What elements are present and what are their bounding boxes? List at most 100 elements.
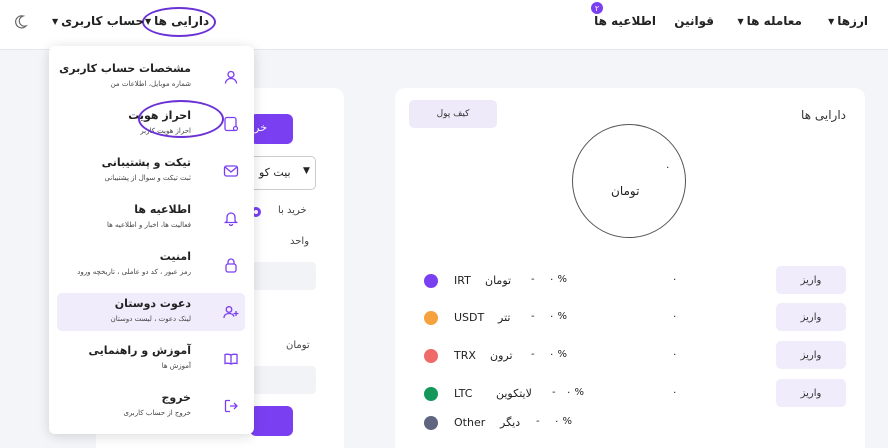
chevron-down-icon: ▼ <box>303 166 310 176</box>
id-card-icon <box>224 116 239 132</box>
nav-announcements[interactable]: اطلاعیه ها <box>594 14 656 28</box>
asset-percent: % ۰ <box>549 274 568 285</box>
asset-color-dot <box>424 387 438 401</box>
caret-down-icon: ▼ <box>828 16 835 26</box>
asset-symbol: IRT <box>454 274 471 287</box>
asset-row-other: % ۰ - دیگر Other <box>420 408 850 438</box>
unit-input[interactable] <box>252 262 316 290</box>
asset-percent: % ۰ <box>566 387 585 398</box>
menu-item-title: تیکت و پشتیبانی <box>101 156 191 169</box>
lock-icon <box>225 258 237 273</box>
announcements-badge: ۲ <box>591 2 603 14</box>
asset-color-dot <box>424 274 438 288</box>
assets-title: دارایی ها <box>801 108 846 122</box>
annotation-circle-kyc <box>138 100 224 138</box>
menu-item-subtitle: لینک دعوت ، لیست دوستان <box>110 315 191 323</box>
menu-item-subtitle: شماره موبایل، اطلاعات من <box>110 80 191 88</box>
menu-item-ticket[interactable]: تیکت و پشتیبانی ثبت تیکت و سوال از پشتیب… <box>57 152 245 190</box>
nav-currencies-label: ارزها <box>837 14 868 28</box>
asset-symbol: Other <box>454 416 486 429</box>
menu-item-title: امنیت <box>159 250 191 263</box>
toman-label: تومان <box>286 340 310 351</box>
annotation-circle <box>142 7 216 37</box>
asset-dash: - <box>531 274 535 285</box>
asset-row-irt: واریز ۰ % ۰ - تومان IRT <box>420 266 850 296</box>
asset-color-dot <box>424 349 438 363</box>
donut-total-label: تومان <box>611 184 640 198</box>
asset-row-trx: واریز ۰ % ۰ - ترون TRX <box>420 341 850 371</box>
deposit-button[interactable]: واریز <box>776 303 846 331</box>
menu-item-title: خروج <box>161 391 191 404</box>
submit-button[interactable] <box>250 406 293 436</box>
asset-dash: - <box>531 311 535 322</box>
unit-label: واحد <box>290 236 310 247</box>
toman-input[interactable] <box>252 366 316 394</box>
book-icon <box>224 353 238 365</box>
menu-item-security[interactable]: امنیت رمز عبور ، کد دو عاملی ، تاریخچه و… <box>57 246 245 284</box>
asset-symbol: USDT <box>454 311 485 324</box>
asset-dash: - <box>536 416 540 427</box>
nav-rules-label: قوانین <box>674 14 714 28</box>
asset-amount: ۰ <box>672 274 678 285</box>
coin-select-value: بیت کو <box>259 166 291 179</box>
menu-item-invite[interactable]: دعوت دوستان لینک دعوت ، لیست دوستان <box>57 293 245 331</box>
menu-item-title: دعوت دوستان <box>114 297 191 310</box>
asset-symbol: TRX <box>454 349 476 362</box>
asset-name: لایتکوین <box>496 387 532 400</box>
menu-item-logout[interactable]: خروج خروج از حساب کاربری <box>57 387 245 425</box>
top-navigation-bar: ارزها ▼ معامله ها ▼ قوانین اطلاعیه ها ۲ دا… <box>0 0 888 50</box>
caret-down-icon: ▼ <box>737 16 744 26</box>
nav-rules[interactable]: قوانین <box>674 14 714 28</box>
caret-down-icon: ▼ <box>52 16 59 26</box>
buy-with-label: خرید با <box>278 205 307 216</box>
assets-donut-chart <box>572 124 686 238</box>
buy-button-label: خر <box>254 121 267 134</box>
asset-percent: % ۰ <box>554 416 573 427</box>
deposit-button[interactable]: واریز <box>776 379 846 407</box>
menu-item-title: اطلاعیه ها <box>134 203 191 216</box>
nav-account-label: حساب کاربری <box>61 14 145 28</box>
asset-row-ltc: واریز ۰ % ۰ - لایتکوین LTC <box>420 379 850 409</box>
buy-button[interactable]: خر <box>250 114 293 144</box>
menu-item-tutorial[interactable]: آموزش و راهنمایی آموزش ها <box>57 340 245 378</box>
asset-name: تتر <box>498 311 511 324</box>
menu-item-notifications[interactable]: اطلاعیه ها فعالیت ها، اخبار و اطلاعیه ها <box>57 199 245 237</box>
nav-trade-label: معامله ها <box>746 14 802 28</box>
asset-name: دیگر <box>500 416 521 429</box>
wallet-button[interactable]: کیف پول <box>409 100 497 128</box>
asset-name: تومان <box>485 274 512 287</box>
menu-item-title: مشخصات حساب کاربری <box>59 62 191 75</box>
asset-amount: ۰ <box>672 349 678 360</box>
deposit-button[interactable]: واریز <box>776 341 846 369</box>
asset-percent: % ۰ <box>549 349 568 360</box>
donut-total-value: ۰ <box>665 162 671 173</box>
nav-currencies[interactable]: ارزها ▼ <box>828 14 868 28</box>
nav-announcements-label: اطلاعیه ها <box>594 14 656 28</box>
deposit-button[interactable]: واریز <box>776 266 846 294</box>
menu-item-subtitle: رمز عبور ، کد دو عاملی ، تاریخچه ورود <box>77 268 191 276</box>
asset-dash: - <box>552 387 556 398</box>
asset-symbol: LTC <box>454 387 473 400</box>
nav-account[interactable]: حساب کاربری ▼ <box>52 14 144 28</box>
coin-select[interactable]: بیت کو ▼ <box>248 156 316 190</box>
moon-icon[interactable] <box>12 14 28 30</box>
mail-icon <box>223 165 239 177</box>
user-plus-icon <box>223 306 239 319</box>
menu-item-subtitle: خروج از حساب کاربری <box>123 409 191 417</box>
asset-amount: ۰ <box>672 311 678 322</box>
bell-icon <box>223 212 239 226</box>
user-icon <box>224 70 238 84</box>
asset-name: ترون <box>490 349 513 362</box>
menu-item-subtitle: آموزش ها <box>161 362 191 370</box>
menu-item-subtitle: فعالیت ها، اخبار و اطلاعیه ها <box>106 221 191 229</box>
menu-item-subtitle: ثبت تیکت و سوال از پشتیبانی <box>104 174 191 182</box>
asset-color-dot <box>424 311 438 325</box>
asset-percent: % ۰ <box>549 311 568 322</box>
menu-item-profile[interactable]: مشخصات حساب کاربری شماره موبایل، اطلاعات… <box>57 58 245 96</box>
nav-trade[interactable]: معامله ها ▼ <box>738 14 802 28</box>
asset-amount: ۰ <box>672 387 678 398</box>
menu-item-title: آموزش و راهنمایی <box>88 344 191 357</box>
logout-icon <box>224 399 238 413</box>
asset-color-dot <box>424 416 438 430</box>
asset-dash: - <box>531 349 535 360</box>
